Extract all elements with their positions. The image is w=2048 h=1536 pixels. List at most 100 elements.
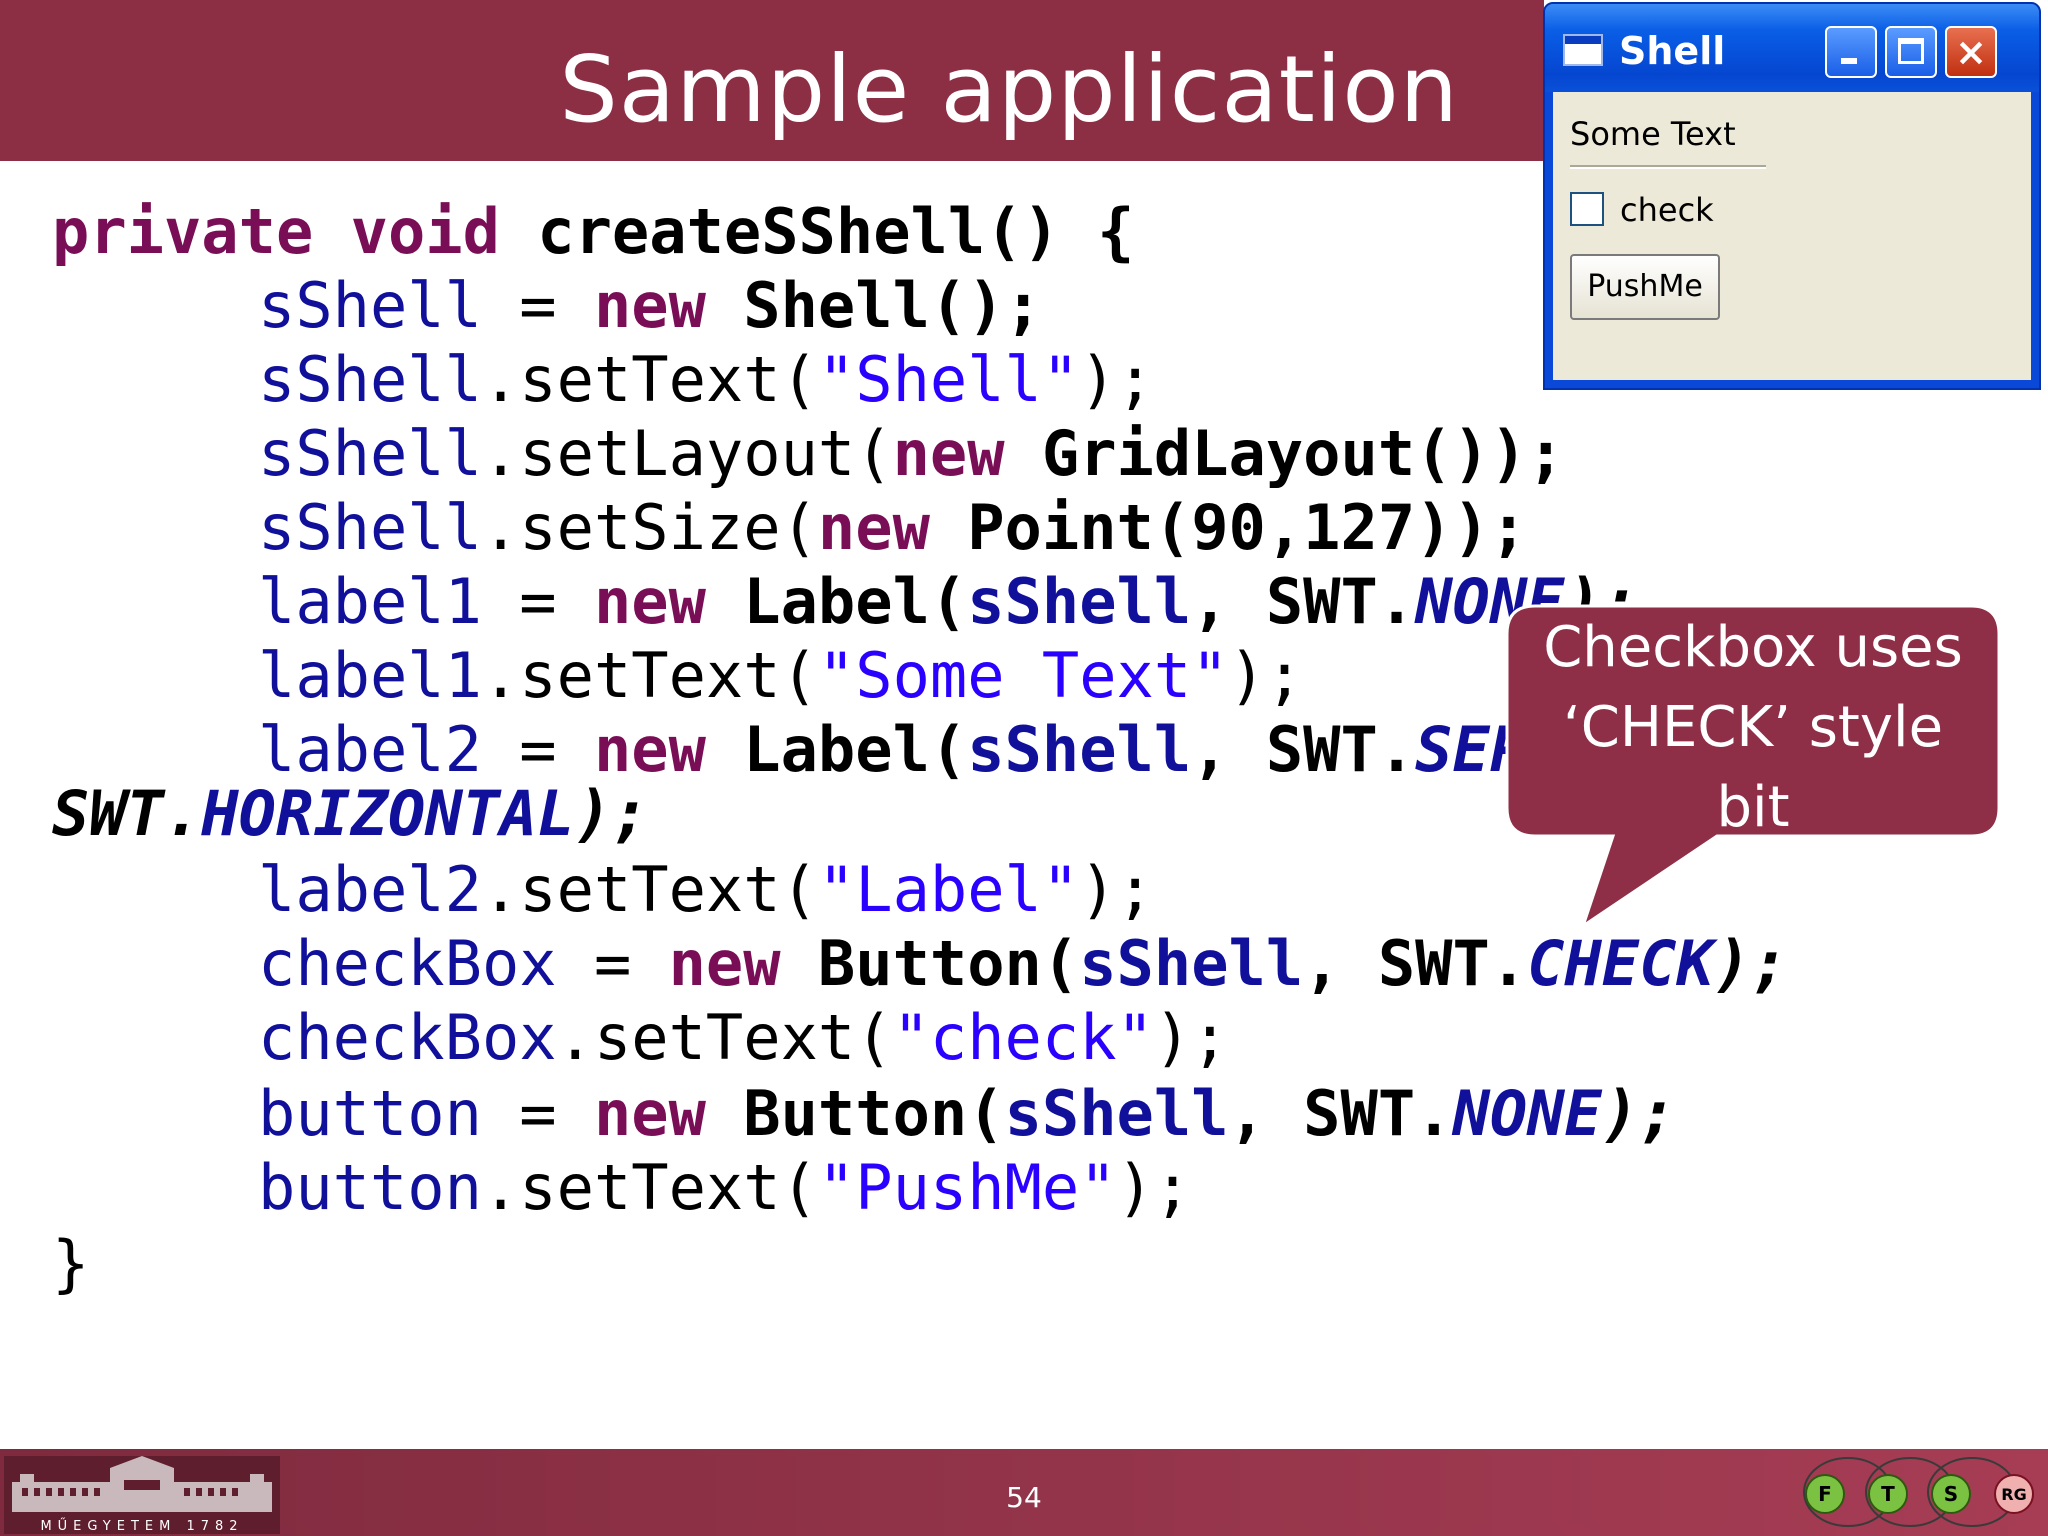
code-line-2: sShell = new Shell(); — [258, 270, 1042, 342]
code-line-3: sShell.setText("Shell"); — [258, 344, 1154, 416]
code-string: "check" — [892, 1001, 1154, 1074]
code-text: = — [481, 565, 594, 638]
check-checkbox[interactable] — [1570, 192, 1604, 226]
code-field: sShell — [967, 713, 1192, 786]
code-text: ); — [1116, 1151, 1192, 1224]
code-keyword: new — [593, 713, 706, 786]
code-text: Button( — [780, 927, 1080, 1000]
code-field: checkBox — [258, 1001, 557, 1074]
callout-line: bit — [1716, 775, 1790, 840]
code-text: .setSize( — [481, 491, 818, 564]
code-text: = — [481, 269, 594, 342]
code-text: ); — [1079, 343, 1154, 416]
code-text: ); — [1228, 639, 1304, 712]
callout-line: Checkbox uses — [1543, 615, 1963, 680]
some-text-label: Some Text — [1570, 115, 1736, 153]
shell-window: Shell × Some Text check PushMe — [1543, 2, 2041, 390]
page-number: 54 — [1006, 1481, 1042, 1514]
code-field: label2 — [258, 853, 482, 926]
code-text: , SWT. — [1191, 713, 1416, 786]
logo-letter: RG — [2001, 1485, 2026, 1504]
minimize-button[interactable] — [1825, 26, 1877, 78]
shell-window-title: Shell — [1619, 29, 1726, 73]
code-text: .setText( — [481, 343, 818, 416]
code-text: GridLayout()); — [1004, 417, 1565, 490]
code-field: button — [258, 1077, 482, 1150]
code-text: ); — [574, 777, 650, 850]
code-keyword: new — [817, 491, 930, 564]
code-text: Label( — [705, 565, 968, 638]
code-line-15: } — [52, 1228, 89, 1300]
university-logo: MŰEGYETEM 1782 — [4, 1456, 280, 1534]
code-field: sShell — [258, 343, 482, 416]
code-text: , SWT. — [1191, 565, 1416, 638]
code-keyword: new — [593, 269, 706, 342]
horizontal-separator — [1570, 165, 1766, 169]
code-line-13: button = new Button(sShell, SWT.NONE); — [258, 1078, 1676, 1150]
code-field: sShell — [1004, 1077, 1229, 1150]
code-text: Shell(); — [705, 269, 1042, 342]
code-field: button — [258, 1151, 482, 1224]
code-constant: NONE — [1452, 1077, 1602, 1150]
code-field: checkBox — [258, 927, 557, 1000]
callout-line: ‘CHECK’ style — [1562, 695, 1944, 760]
code-text: , SWT. — [1228, 1077, 1453, 1150]
code-text: , SWT. — [1303, 927, 1528, 1000]
close-icon: × — [1955, 30, 1987, 74]
logo-letter: T — [1881, 1482, 1895, 1506]
code-field: label1 — [258, 565, 482, 638]
logo-letter: S — [1944, 1482, 1958, 1506]
code-line-6: label1 = new Label(sShell, SWT.NONE); — [258, 566, 1639, 638]
code-line-4: sShell.setLayout(new GridLayout()); — [258, 418, 1564, 490]
code-text: ); — [1079, 853, 1154, 926]
code-string: "Some Text" — [817, 639, 1229, 712]
logo-letter: F — [1818, 1482, 1832, 1506]
code-field: label1 — [258, 639, 482, 712]
code-text: ); — [1601, 1077, 1677, 1150]
code-text: .setText( — [481, 853, 818, 926]
code-string: "Label" — [817, 853, 1080, 926]
code-keyword: new — [593, 1077, 706, 1150]
code-field: label2 — [258, 713, 482, 786]
code-text: SWT. — [52, 777, 202, 850]
checkbox-label[interactable]: check — [1620, 190, 1714, 230]
code-text: .setText( — [481, 639, 818, 712]
code-line-12: checkBox.setText("check"); — [258, 1002, 1229, 1074]
code-text: createSShell() { — [499, 195, 1135, 268]
code-text: Label( — [705, 713, 968, 786]
code-line-7: label1.setText("Some Text"); — [258, 640, 1303, 712]
code-text: } — [52, 1227, 90, 1300]
code-field: sShell — [1079, 927, 1304, 1000]
code-constant: CHECK — [1527, 927, 1714, 1000]
university-logo-text: MŰEGYETEM 1782 — [40, 1518, 243, 1534]
code-text: .setText( — [556, 1001, 893, 1074]
code-string: "Shell" — [817, 343, 1080, 416]
code-text: ); — [1713, 927, 1789, 1000]
code-text: .setText( — [481, 1151, 818, 1224]
code-string: "PushMe" — [817, 1151, 1117, 1224]
maximize-button[interactable] — [1885, 26, 1937, 78]
code-text: = — [481, 1077, 594, 1150]
window-app-icon — [1563, 34, 1603, 66]
shell-client-area: Some Text check PushMe — [1553, 92, 2031, 380]
minimize-icon — [1841, 58, 1857, 64]
code-text: ); — [1153, 1001, 1229, 1074]
code-text: Point(90,127)); — [929, 491, 1528, 564]
code-keyword: new — [892, 417, 1005, 490]
shell-titlebar[interactable]: Shell × — [1545, 4, 2039, 92]
code-text: .setLayout( — [481, 417, 893, 490]
callout-text: Checkbox uses ‘CHECK’ style bit — [1515, 608, 1991, 848]
code-field: sShell — [258, 269, 482, 342]
pushme-button[interactable]: PushMe — [1570, 254, 1720, 320]
code-text: Button( — [705, 1077, 1005, 1150]
code-text: = — [481, 713, 594, 786]
close-button[interactable]: × — [1945, 26, 1997, 78]
code-line-11: checkBox = new Button(sShell, SWT.CHECK)… — [258, 928, 1788, 1000]
code-keyword: new — [668, 927, 781, 1000]
code-line-14: button.setText("PushMe"); — [258, 1152, 1191, 1224]
research-group-logo: F T S RG — [1803, 1457, 2034, 1527]
code-keyword: private void — [52, 195, 500, 268]
code-field: sShell — [967, 565, 1192, 638]
code-line-5: sShell.setSize(new Point(90,127)); — [258, 492, 1527, 564]
code-line-1: private void createSShell() { — [52, 196, 1135, 268]
